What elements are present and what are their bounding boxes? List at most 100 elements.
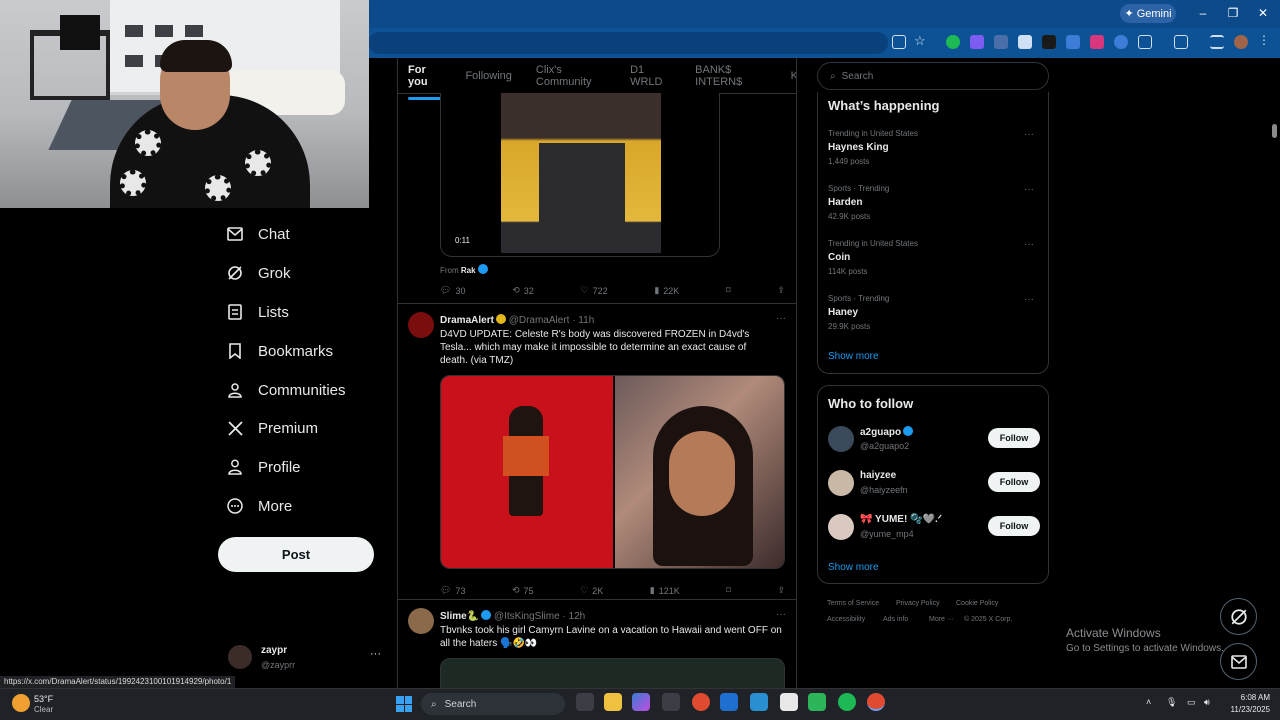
- post-menu-icon[interactable]: ···: [776, 313, 786, 324]
- kebab-menu-icon[interactable]: ⋮: [1258, 33, 1272, 47]
- extension-icon[interactable]: [1066, 35, 1080, 49]
- follow-suggestion[interactable]: 🎀 YUME! 🫧🩶.ᐟ @yume_mp4 Follow: [828, 514, 1040, 544]
- post-button[interactable]: Post: [218, 537, 374, 572]
- minimize-button[interactable]: –: [1193, 6, 1213, 20]
- bookmark-button[interactable]: ⌑: [726, 285, 731, 296]
- app-icon[interactable]: [780, 693, 798, 711]
- file-explorer-icon[interactable]: [604, 693, 622, 711]
- footer-link[interactable]: Accessibility: [827, 616, 865, 623]
- follow-button[interactable]: Follow: [988, 428, 1040, 448]
- footer-link[interactable]: Cookie Policy: [956, 600, 998, 607]
- nav-item-lists[interactable]: Lists: [226, 300, 386, 324]
- share-button[interactable]: ⇪: [777, 585, 785, 596]
- trend-item[interactable]: Trending in United States Coin 114K posts ·…: [828, 239, 1040, 276]
- follow-button[interactable]: Follow: [988, 516, 1040, 536]
- network-icon[interactable]: ▭: [1187, 697, 1196, 708]
- show-more-link[interactable]: Show more: [828, 351, 879, 362]
- trend-item[interactable]: Trending in United States Haynes King 1,44…: [828, 129, 1040, 166]
- extension-icon[interactable]: [1018, 35, 1032, 49]
- tab-following[interactable]: Following: [465, 70, 511, 82]
- chevron-up-icon[interactable]: ˄: [1146, 697, 1151, 707]
- store-icon[interactable]: [662, 693, 680, 711]
- close-window-button[interactable]: ✕: [1253, 6, 1273, 20]
- nav-item-chat[interactable]: Chat: [226, 222, 386, 246]
- reply-button[interactable]: 💬︎ 73: [440, 585, 465, 596]
- follow-suggestion[interactable]: haiyzee @haiyzeefn Follow: [828, 470, 1040, 500]
- weather-temp[interactable]: 53°F: [34, 694, 53, 704]
- repost-button[interactable]: ⟲ 75: [512, 585, 534, 596]
- tweet-media[interactable]: [440, 375, 785, 569]
- outlook-icon[interactable]: [720, 693, 738, 711]
- author-name[interactable]: DramaAlert: [440, 315, 494, 326]
- nav-item-profile[interactable]: Profile: [226, 455, 386, 479]
- app-icon[interactable]: [750, 693, 768, 711]
- copilot-icon[interactable]: [632, 693, 650, 711]
- like-button[interactable]: ♡ 722: [580, 285, 607, 296]
- tab-more[interactable]: K: [791, 70, 796, 82]
- chrome-icon[interactable]: [692, 693, 710, 711]
- menu-lines-icon[interactable]: [1210, 35, 1224, 49]
- avatar[interactable]: [408, 312, 434, 338]
- task-view-icon[interactable]: [576, 693, 594, 711]
- views-button[interactable]: ▮ 22K: [654, 285, 679, 296]
- grok-fab[interactable]: [1220, 598, 1257, 635]
- microphone-icon[interactable]: 🎙︎: [1166, 697, 1177, 708]
- tweet[interactable]: Slime🐍 @ItsKingSlime · 12h ··· Tbvnks to…: [398, 601, 796, 690]
- tab-banks-interns[interactable]: BANK$ INTERN$: [695, 64, 766, 88]
- chrome-active-icon[interactable]: [867, 693, 885, 711]
- post-menu-icon[interactable]: ···: [776, 609, 786, 620]
- weather-icon[interactable]: [12, 694, 30, 712]
- from-name[interactable]: Rak: [461, 266, 476, 275]
- puzzle-icon[interactable]: [1138, 35, 1152, 49]
- extension-icon[interactable]: [946, 35, 960, 49]
- footer-link[interactable]: Terms of Service: [827, 600, 879, 607]
- views-button[interactable]: ▮ 121K: [650, 585, 680, 596]
- account-avatar[interactable]: [228, 645, 252, 669]
- avatar[interactable]: [408, 608, 434, 634]
- nav-item-grok[interactable]: Grok: [226, 261, 386, 285]
- windows-start-icon[interactable]: [396, 696, 412, 712]
- messages-fab[interactable]: [1220, 643, 1257, 680]
- scrollbar[interactable]: [1268, 58, 1280, 690]
- volume-icon[interactable]: 🔊︎: [1204, 697, 1210, 708]
- address-bar[interactable]: [368, 32, 888, 54]
- app-icon[interactable]: [808, 693, 826, 711]
- spotify-icon[interactable]: [838, 693, 856, 711]
- tab-for-you[interactable]: For you: [408, 64, 442, 100]
- maximize-button[interactable]: ❐: [1223, 6, 1243, 20]
- tab-clix-community[interactable]: Clix's Community: [536, 64, 606, 88]
- follow-button[interactable]: Follow: [988, 472, 1040, 492]
- extension-icon[interactable]: [1090, 35, 1104, 49]
- star-icon[interactable]: ☆: [914, 33, 928, 48]
- scrollbar-thumb[interactable]: [1272, 124, 1277, 138]
- account-name[interactable]: zaypr: [261, 645, 287, 656]
- tweet-media[interactable]: [440, 658, 785, 690]
- follow-suggestion[interactable]: a2guapo @a2guapo2 Follow: [828, 426, 1040, 456]
- footer-link[interactable]: More ···: [929, 616, 954, 623]
- like-button[interactable]: ♡ 2K: [580, 585, 603, 596]
- clock-date[interactable]: 11/23/2025: [1226, 705, 1270, 714]
- sidebar-icon[interactable]: [1174, 35, 1188, 49]
- gemini-button[interactable]: ✦ Gemini: [1120, 4, 1176, 23]
- taskbar-search[interactable]: ⌕ Search: [421, 693, 565, 715]
- extension-icon[interactable]: [970, 35, 984, 49]
- install-app-icon[interactable]: [892, 35, 906, 49]
- repost-button[interactable]: ⟲ 32: [512, 285, 534, 296]
- extension-icon[interactable]: [1114, 35, 1128, 49]
- extension-icon[interactable]: [1042, 35, 1056, 49]
- nav-item-bookmarks[interactable]: Bookmarks: [226, 339, 386, 363]
- tweet[interactable]: 0:11 From Rak 💬︎ 30 ⟲ 32 ♡ 722 ▮ 22K ⌑ ⇪: [398, 93, 796, 304]
- footer-link[interactable]: Privacy Policy: [896, 600, 940, 607]
- tweet[interactable]: DramaAlert @DramaAlert · 11h ··· D4VD UP…: [398, 305, 796, 600]
- author-name[interactable]: Slime🐍: [440, 611, 479, 622]
- reply-button[interactable]: 💬︎ 30: [440, 285, 465, 296]
- video-player[interactable]: 0:11: [440, 93, 720, 257]
- clock-time[interactable]: 6:08 AM: [1226, 693, 1270, 702]
- share-button[interactable]: ⇪: [777, 285, 785, 296]
- search-input[interactable]: ⌕ Search: [817, 62, 1049, 90]
- extension-icon[interactable]: [994, 35, 1008, 49]
- nav-item-premium[interactable]: Premium: [226, 416, 386, 440]
- nav-item-communities[interactable]: Communities: [226, 378, 386, 402]
- footer-link[interactable]: Ads info: [883, 616, 908, 623]
- account-menu-icon[interactable]: ···: [370, 648, 381, 660]
